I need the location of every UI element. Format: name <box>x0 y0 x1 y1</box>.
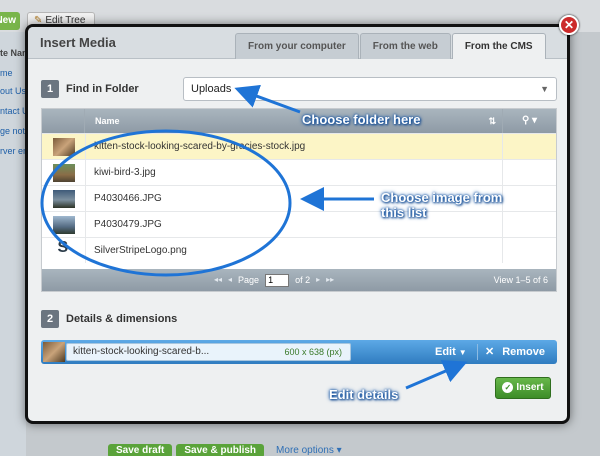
insert-button[interactable]: ✓ Insert <box>495 377 551 399</box>
table-pager-bar: ◂◂ ◂ Page 1 of 2 ▸ ▸▸ View 1–5 of 6 <box>42 269 556 291</box>
thumbnail <box>42 212 85 237</box>
close-icon: ✕ <box>485 346 495 358</box>
save-publish-button[interactable]: Save & publish <box>176 444 265 456</box>
thumbnail <box>42 238 85 263</box>
silverstripe-logo-icon <box>56 239 72 261</box>
last-page-icon[interactable]: ▸▸ <box>326 269 334 291</box>
page-number-input[interactable]: 1 <box>265 273 290 287</box>
image-thumbnail <box>52 189 75 208</box>
table-row[interactable]: kiwi-bird-3.jpg <box>42 159 556 185</box>
table-row[interactable]: P4030479.JPG <box>42 211 556 237</box>
search-icon[interactable]: ⚲ ▾ <box>503 109 556 133</box>
table-row[interactable]: kitten-stock-looking-scared-by-gracies-s… <box>42 133 556 159</box>
divider <box>477 344 478 360</box>
sidebar-item-home[interactable]: me <box>0 68 13 78</box>
details-dimensions-label: Details & dimensions <box>66 313 178 325</box>
image-thumbnail <box>52 137 75 156</box>
insert-media-dialog: Insert Media From your computer From the… <box>25 24 570 424</box>
tab-from-computer[interactable]: From your computer <box>235 33 359 59</box>
more-options-link[interactable]: More options ▾ <box>276 444 342 456</box>
chevron-down-icon: ▼ <box>540 84 549 94</box>
dialog-title: Insert Media <box>40 35 116 50</box>
close-icon[interactable]: ✕ <box>559 15 579 35</box>
tab-from-cms[interactable]: From the CMS <box>451 33 546 59</box>
thumbnail <box>42 160 85 185</box>
file-name: kitten-stock-looking-scared-by-gracies-s… <box>85 134 503 159</box>
table-header: Name ⇅ ⚲ ▾ <box>42 109 556 133</box>
sidebar-heading: te Nan <box>0 48 28 58</box>
tab-from-web[interactable]: From the web <box>359 33 451 59</box>
step-2-badge: 2 <box>41 310 59 328</box>
remove-label: Remove <box>502 346 546 358</box>
row-actions-cell <box>503 160 556 185</box>
check-icon: ✓ <box>502 381 514 393</box>
row-actions-cell <box>503 238 556 263</box>
folder-select-value: Uploads <box>191 83 232 95</box>
save-draft-button[interactable]: Save draft <box>108 444 173 456</box>
page-label: Page <box>238 275 260 285</box>
cms-sidebar: te Nan me out Us ntact U ge not rver er <box>0 32 29 456</box>
file-name: SilverStripeLogo.png <box>85 238 503 263</box>
callout-choose-image-line1: Choose image from <box>381 190 503 205</box>
sidebar-item-page-not-found[interactable]: ge not <box>0 126 25 136</box>
view-count: View 1–5 of 6 <box>493 275 548 285</box>
prev-page-icon[interactable]: ◂ <box>228 269 232 291</box>
image-thumbnail <box>52 215 75 234</box>
sort-icon[interactable]: ⇅ <box>488 109 496 133</box>
edit-label: Edit <box>435 346 456 358</box>
find-in-folder-label: Find in Folder <box>66 83 139 95</box>
pager: ◂◂ ◂ Page 1 of 2 ▸ ▸▸ <box>214 269 334 291</box>
thumbnail-column-header <box>42 109 85 133</box>
page-total-label: of 2 <box>295 275 311 285</box>
cms-action-bar: Save draft Save & publish More options ▾ <box>108 444 342 456</box>
remove-button[interactable]: ✕ Remove <box>485 340 545 364</box>
image-thumbnail <box>52 163 75 182</box>
row-actions-cell <box>503 186 556 211</box>
insert-label: Insert <box>516 382 544 393</box>
name-column-label: Name <box>95 116 120 126</box>
table-row[interactable]: SilverStripeLogo.png <box>42 237 556 263</box>
sidebar-item-server-error[interactable]: rver er <box>0 146 26 156</box>
source-tabs: From your computer From the web From the… <box>235 33 547 59</box>
image-dimensions: 600 x 638 (px) <box>284 347 342 357</box>
step-1-badge: 1 <box>41 80 59 98</box>
file-name: P4030479.JPG <box>85 212 503 237</box>
callout-choose-image-line2: this list <box>381 205 427 220</box>
file-name: kiwi-bird-3.jpg <box>85 160 503 185</box>
sidebar-item-about[interactable]: out Us <box>0 86 26 96</box>
next-page-icon[interactable]: ▸ <box>316 269 320 291</box>
new-button[interactable]: New <box>0 12 20 30</box>
thumbnail <box>42 134 85 159</box>
thumbnail <box>42 186 85 211</box>
callout-edit-details: Edit details <box>329 387 399 402</box>
edit-button[interactable]: Edit ▼ <box>435 340 467 364</box>
selected-filename-text: kitten-stock-looking-scared-b... <box>73 346 210 357</box>
selected-filename[interactable]: kitten-stock-looking-scared-b... 600 x 6… <box>66 343 351 361</box>
callout-choose-folder: Choose folder here <box>302 112 421 127</box>
row-actions-cell <box>503 134 556 159</box>
selected-thumbnail <box>43 342 65 362</box>
selected-item-bar: kitten-stock-looking-scared-b... 600 x 6… <box>41 340 557 364</box>
dialog-titlebar: Insert Media From your computer From the… <box>28 27 567 59</box>
folder-select[interactable]: Uploads ▼ <box>183 77 557 101</box>
first-page-icon[interactable]: ◂◂ <box>214 269 222 291</box>
name-column-header[interactable]: Name ⇅ <box>85 109 503 133</box>
row-actions-cell <box>503 212 556 237</box>
chevron-down-icon: ▼ <box>458 348 467 357</box>
